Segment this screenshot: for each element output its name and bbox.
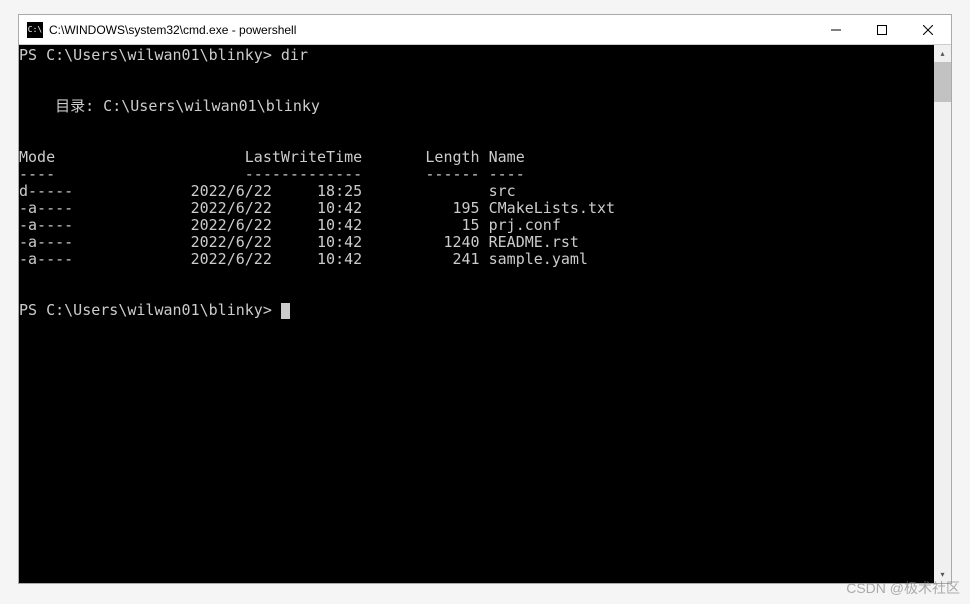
close-button[interactable] (905, 15, 951, 44)
titlebar[interactable]: C:\ C:\WINDOWS\system32\cmd.exe - powers… (19, 15, 951, 45)
console-output[interactable]: PS C:\Users\wilwan01\blinky> dir 目录: C:\… (19, 45, 934, 583)
scroll-thumb[interactable] (934, 62, 951, 102)
vertical-scrollbar[interactable]: ▴ ▾ (934, 45, 951, 583)
maximize-button[interactable] (859, 15, 905, 44)
maximize-icon (877, 25, 887, 35)
scroll-up-arrow[interactable]: ▴ (934, 45, 951, 62)
app-icon: C:\ (27, 22, 43, 38)
window-controls (813, 15, 951, 44)
window-title: C:\WINDOWS\system32\cmd.exe - powershell (49, 23, 813, 37)
minimize-icon (831, 25, 841, 35)
cmd-window: C:\ C:\WINDOWS\system32\cmd.exe - powers… (18, 14, 952, 584)
scroll-down-arrow[interactable]: ▾ (934, 566, 951, 583)
scroll-track[interactable] (934, 62, 951, 566)
close-icon (923, 25, 933, 35)
console-wrapper: PS C:\Users\wilwan01\blinky> dir 目录: C:\… (19, 45, 951, 583)
minimize-button[interactable] (813, 15, 859, 44)
